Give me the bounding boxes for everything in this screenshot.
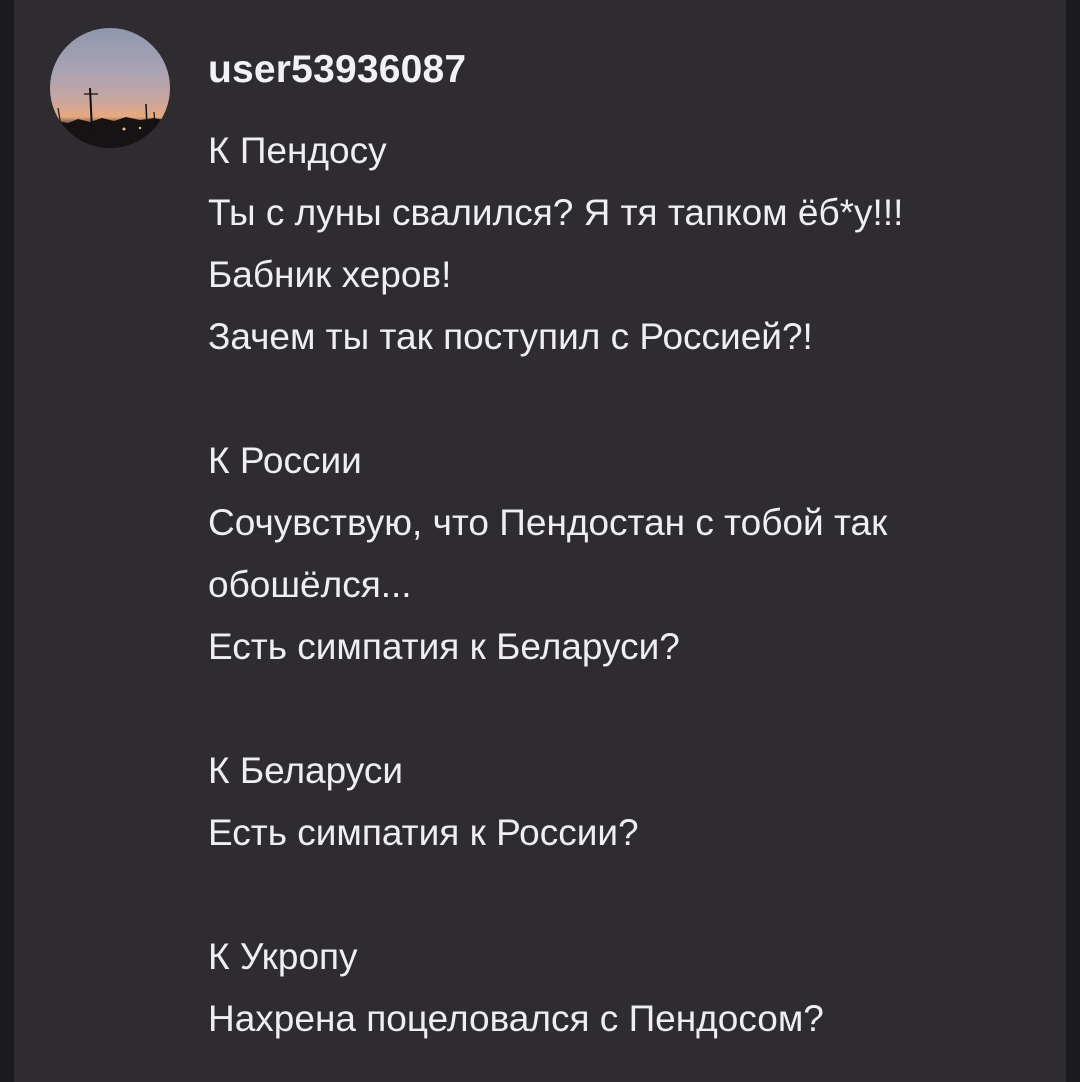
right-edge-strip — [1066, 0, 1080, 1082]
comment-line: Есть симпатия к России? — [208, 812, 639, 853]
user-avatar[interactable] — [50, 28, 170, 148]
comment-line: Зачем ты так поступил с Россией?! — [208, 316, 813, 357]
comment-line: К России — [208, 440, 362, 481]
comment-text: К Пендосу Ты с луны свалился? Я тя тапко… — [208, 120, 1038, 1050]
comment-blank-line — [208, 678, 1038, 740]
sunset-photo-icon — [50, 87, 170, 148]
comment-username[interactable]: user53936087 — [208, 48, 466, 92]
comment-line: Бабник херов! — [208, 254, 452, 295]
comment-screen: user53936087 К Пендосу Ты с луны свалилс… — [0, 0, 1080, 1082]
comment-line: Сочувствую, что Пендостан с тобой так — [208, 502, 888, 543]
comment-blank-line — [208, 368, 1038, 430]
comment-line: Ты с луны свалился? Я тя тапком ёб*у!!! — [208, 192, 904, 233]
comment-blank-line — [208, 864, 1038, 926]
comment-line: Есть симпатия к Беларуси? — [208, 626, 680, 667]
comment-line: Нахрена поцеловался с Пендосом? — [208, 998, 824, 1039]
comment-line: К Беларуси — [208, 750, 404, 791]
comment-line: К Пендосу — [208, 130, 387, 171]
comment-line: К Укропу — [208, 936, 358, 977]
left-edge-strip — [0, 0, 14, 1082]
comment-line: обошёлся... — [208, 564, 412, 605]
